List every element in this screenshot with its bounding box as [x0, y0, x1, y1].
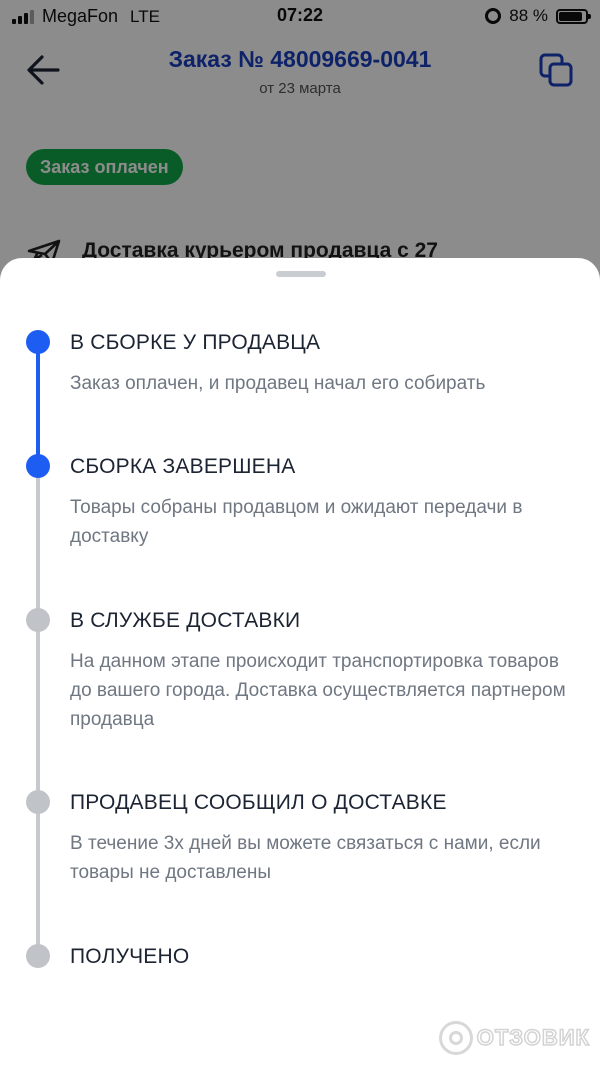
order-timeline: В СБОРКЕ У ПРОДАВЦА Заказ оплачен, и про…: [0, 258, 600, 1067]
status-bottom-sheet: В СБОРКЕ У ПРОДАВЦА Заказ оплачен, и про…: [0, 258, 600, 1067]
step-description: Заказ оплачен, и продавец начал его соби…: [70, 373, 486, 394]
step-title: В СЛУЖБЕ ДОСТАВКИ: [70, 609, 301, 632]
timeline-step: В СЛУЖБЕ ДОСТАВКИ На данном этапе происх…: [70, 609, 580, 734]
step-title: ПРОДАВЕЦ СООБЩИЛ О ДОСТАВКЕ: [70, 791, 447, 814]
timeline-dot-done: [26, 454, 50, 478]
step-description: В течение 3х дней вы можете связаться с …: [70, 833, 541, 883]
timeline-step: В СБОРКЕ У ПРОДАВЦА Заказ оплачен, и про…: [70, 331, 580, 398]
timeline-line-pending: [36, 466, 40, 956]
timeline-line-done: [36, 342, 40, 466]
timeline-dot-pending: [26, 944, 50, 968]
step-description: На данном этапе происходит транспортиров…: [70, 651, 566, 730]
watermark-logo-icon: [438, 1021, 473, 1055]
step-title: СБОРКА ЗАВЕРШЕНА: [70, 455, 296, 478]
timeline-step: ПРОДАВЕЦ СООБЩИЛ О ДОСТАВКЕ В течение 3х…: [70, 791, 580, 887]
timeline-dot-pending: [26, 790, 50, 814]
timeline-dot-pending: [26, 608, 50, 632]
timeline-step: ПОЛУЧЕНО: [70, 945, 580, 969]
step-description: Товары собраны продавцом и ожидают перед…: [70, 497, 523, 547]
step-title: В СБОРКЕ У ПРОДАВЦА: [70, 331, 321, 354]
step-title: ПОЛУЧЕНО: [70, 945, 190, 968]
watermark: ОТЗОВИК: [438, 1021, 590, 1055]
watermark-text: ОТЗОВИК: [476, 1024, 590, 1051]
timeline-dot-done: [26, 330, 50, 354]
timeline-step: СБОРКА ЗАВЕРШЕНА Товары собраны продавцо…: [70, 455, 580, 551]
